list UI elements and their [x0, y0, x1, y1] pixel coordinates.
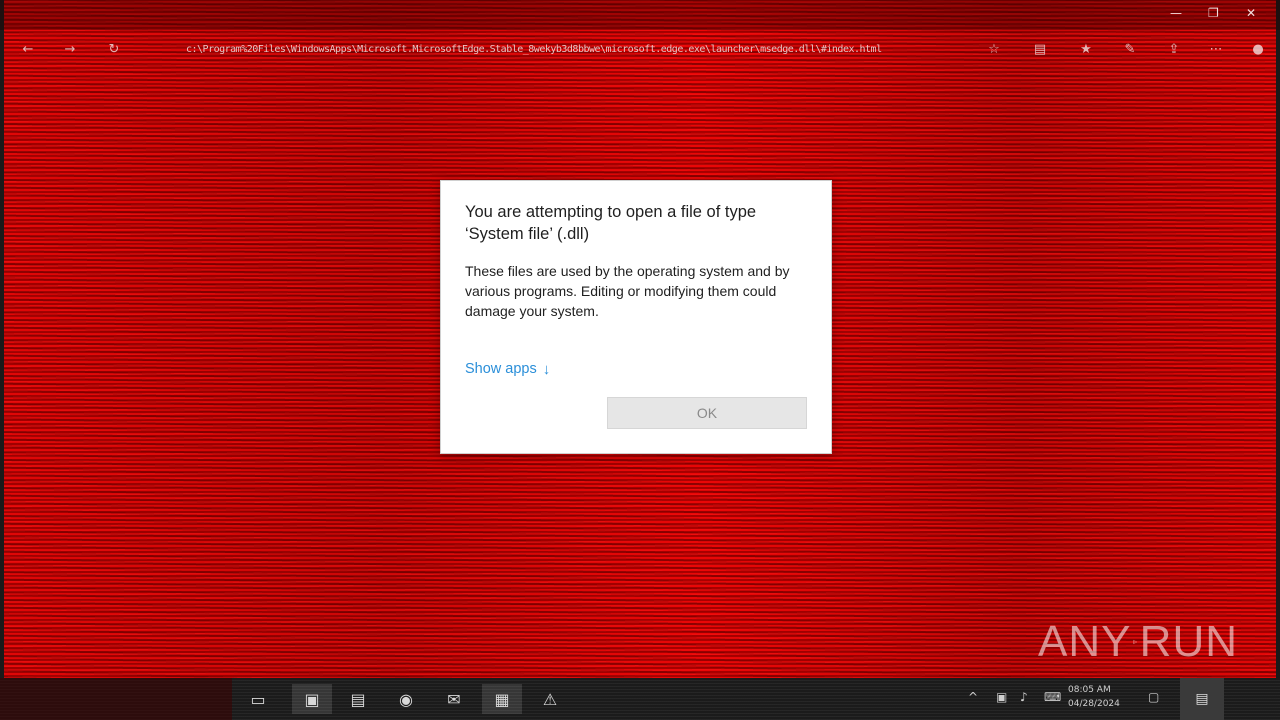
back-icon[interactable]: ← — [20, 42, 36, 58]
favorites-icon[interactable]: ★ — [1078, 42, 1094, 58]
refresh-icon[interactable]: ↻ — [106, 42, 122, 58]
star-icon[interactable]: ☆ — [986, 42, 1002, 58]
play-logo-icon — [1133, 639, 1138, 645]
taskbar-app-window-icon[interactable]: ▦ — [482, 684, 522, 714]
show-apps-link[interactable]: Show apps ↓ — [465, 361, 550, 377]
taskbar-app-edge-icon[interactable]: ◉ — [386, 684, 426, 714]
profile-icon[interactable]: ● — [1250, 42, 1266, 58]
clock-time: 08:05 AM — [1068, 685, 1111, 695]
taskbar-app-security-icon[interactable]: ⚠ — [530, 684, 570, 714]
watermark-text-left: ANY — [1038, 617, 1132, 666]
tray-volume-icon[interactable]: ♪ — [1020, 690, 1028, 704]
address-bar[interactable]: ← → ↻ c:\Program%20Files\WindowsApps\Mic… — [0, 36, 1280, 66]
watermark-text-right: RUN — [1139, 617, 1238, 666]
dialog-message: These files are used by the operating sy… — [465, 263, 790, 319]
close-icon[interactable]: ✕ — [1246, 6, 1256, 20]
title-bar: — ❐ ✕ — [0, 0, 1280, 30]
share-icon[interactable]: ⇪ — [1166, 42, 1182, 58]
clock-date: 04/28/2024 — [1068, 699, 1120, 709]
tray-notification-icon[interactable]: ▢ — [1148, 690, 1159, 704]
forward-icon[interactable]: → — [62, 42, 78, 58]
action-center-icon: ▤ — [1195, 691, 1209, 707]
ok-button[interactable]: OK — [607, 397, 807, 429]
address-text[interactable]: c:\Program%20Files\WindowsApps\Microsoft… — [186, 44, 906, 58]
show-apps-label: Show apps — [465, 361, 537, 377]
anyrun-watermark: ANY RUN — [1038, 612, 1238, 672]
desktop-screen: — ❐ ✕ ← → ↻ c:\Program%20Files\WindowsAp… — [0, 0, 1280, 720]
arrow-down-icon: ↓ — [542, 360, 551, 378]
task-view-icon[interactable]: ▭ — [238, 684, 278, 714]
action-center-button[interactable]: ▤ — [1180, 678, 1224, 720]
file-type-warning-dialog: You are attempting to open a file of typ… — [440, 180, 832, 454]
taskbar-app-store-icon[interactable]: ▤ — [338, 684, 378, 714]
minimize-icon[interactable]: — — [1170, 6, 1182, 20]
screen-edge-right — [1276, 0, 1280, 720]
more-icon[interactable]: ⋯ — [1208, 42, 1224, 58]
tray-language-icon[interactable]: ⌨ — [1044, 690, 1061, 704]
maximize-icon[interactable]: ❐ — [1208, 6, 1219, 20]
dialog-title: You are attempting to open a file of typ… — [465, 203, 757, 243]
screen-edge-left — [0, 0, 4, 720]
start-search-area[interactable] — [0, 678, 232, 720]
reading-icon[interactable]: ▤ — [1032, 42, 1048, 58]
taskbar: ▭ ▣ ▤ ◉ ✉ ▦ ⚠ ^ ▣ ♪ ⌨ 08:05 AM 04/28/202… — [0, 678, 1280, 720]
tray-chevron-up-icon[interactable]: ^ — [968, 690, 978, 704]
taskbar-clock[interactable]: 08:05 AM 04/28/2024 — [1068, 683, 1128, 711]
notes-icon[interactable]: ✎ — [1122, 42, 1138, 58]
taskbar-app-mail-icon[interactable]: ✉ — [434, 684, 474, 714]
tray-network-icon[interactable]: ▣ — [996, 690, 1007, 704]
taskbar-app-explorer-icon[interactable]: ▣ — [292, 684, 332, 714]
